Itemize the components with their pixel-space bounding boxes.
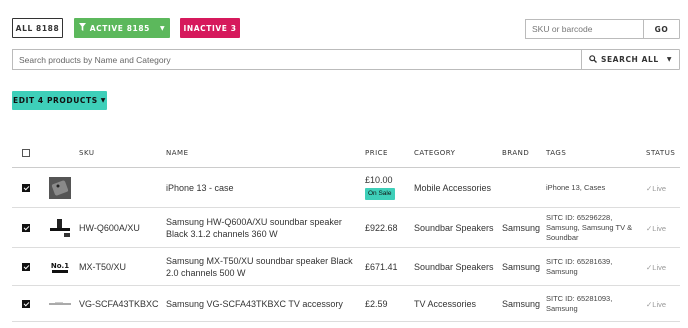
phone-case-thumb xyxy=(49,177,71,199)
tags-cell: SITC ID: 65296228, Samsung, Samsung TV &… xyxy=(546,213,633,242)
no1-soundbar-thumb: No.1 xyxy=(49,256,71,278)
row-checkbox[interactable] xyxy=(22,224,30,232)
category-cell: Soundbar Speakers xyxy=(414,223,494,233)
brand-cell: Samsung xyxy=(502,262,541,272)
status-cell: ✓Live xyxy=(646,223,666,235)
filter-all-button[interactable]: ALL 8188 xyxy=(12,18,63,38)
name-cell[interactable]: Samsung HW-Q600A/XU soundbar speaker Bla… xyxy=(166,216,358,240)
header-tags[interactable]: TAGS xyxy=(546,149,566,157)
row-checkbox[interactable] xyxy=(22,300,30,308)
header-brand[interactable]: BRAND xyxy=(502,149,529,157)
chevron-down-icon: ▼ xyxy=(100,97,106,104)
category-cell: Soundbar Speakers xyxy=(414,262,494,272)
on-sale-badge: On Sale xyxy=(365,188,395,200)
status-cell: ✓Live xyxy=(646,183,666,195)
table-row[interactable]: No.1 MX-T50/XU Samsung MX-T50/XU soundba… xyxy=(12,248,680,286)
price-cell: £10.00 On Sale xyxy=(365,174,395,200)
status-label: Live xyxy=(652,300,667,309)
brand-cell: Samsung xyxy=(502,299,541,309)
status-cell: ✓Live xyxy=(646,299,666,311)
search-all-label: SEARCH ALL xyxy=(600,55,659,64)
price-cell: £922.68 xyxy=(365,223,398,233)
search-all-button[interactable]: SEARCH ALL ▼ xyxy=(581,49,680,70)
go-button[interactable]: GO xyxy=(643,19,680,39)
edit-products-button[interactable]: EDIT 4 PRODUCTS ▼ xyxy=(12,91,107,110)
header-status[interactable]: STATUS xyxy=(646,149,675,157)
row-checkbox[interactable] xyxy=(22,263,30,271)
filter-inactive-button[interactable]: INACTIVE 3 xyxy=(180,18,240,38)
header-category[interactable]: CATEGORY xyxy=(414,149,455,157)
status-label: Live xyxy=(652,263,667,272)
table-header: SKU NAME PRICE CATEGORY BRAND TAGS STATU… xyxy=(12,140,680,168)
filter-inactive-label: INACTIVE 3 xyxy=(183,23,237,33)
chevron-down-icon: ▼ xyxy=(666,56,673,63)
sku-cell: MX-T50/XU xyxy=(79,262,127,272)
status-label: Live xyxy=(652,224,667,233)
sku-cell: HW-Q600A/XU xyxy=(79,223,140,233)
name-cell[interactable]: Samsung VG-SCFA43TKBXC TV accessory xyxy=(166,298,362,310)
filter-active-button[interactable]: ACTIVE 8185 ▼ xyxy=(74,18,170,38)
filter-all-label: ALL 8188 xyxy=(15,23,60,33)
tv-accessory-thumb xyxy=(49,293,71,315)
brand-cell: Samsung xyxy=(502,223,541,233)
soundbar-thumb xyxy=(49,217,71,239)
price-cell: £2.59 xyxy=(365,299,388,309)
search-icon xyxy=(589,54,597,65)
tags-cell: SITC ID: 65281639, Samsung xyxy=(546,257,613,276)
name-cell[interactable]: Samsung MX-T50/XU soundbar speaker Black… xyxy=(166,255,362,279)
table-row[interactable]: HW-Q600A/XU Samsung HW-Q600A/XU soundbar… xyxy=(12,208,680,248)
row-checkbox[interactable] xyxy=(22,184,30,192)
sku-search-input[interactable] xyxy=(525,19,644,39)
status-label: Live xyxy=(652,184,667,193)
price-cell: £671.41 xyxy=(365,262,398,272)
header-sku[interactable]: SKU xyxy=(79,149,94,157)
tags-cell: SITC ID: 65281093, Samsung xyxy=(546,294,613,313)
price-value: £10.00 xyxy=(365,175,393,185)
products-table: SKU NAME PRICE CATEGORY BRAND TAGS STATU… xyxy=(12,140,680,322)
select-all-checkbox[interactable] xyxy=(22,149,30,157)
tags-cell: iPhone 13, Cases xyxy=(546,183,606,192)
table-row[interactable]: VG-SCFA43TKBXC Samsung VG-SCFA43TKBXC TV… xyxy=(12,286,680,322)
product-search-input[interactable] xyxy=(12,49,582,70)
svg-text:No.1: No.1 xyxy=(51,262,69,270)
name-cell[interactable]: iPhone 13 - case xyxy=(166,182,356,194)
filter-icon xyxy=(78,23,86,33)
category-cell: TV Accessories xyxy=(414,299,477,309)
header-price[interactable]: PRICE xyxy=(365,149,388,157)
edit-products-label: EDIT 4 PRODUCTS xyxy=(13,96,98,105)
header-name[interactable]: NAME xyxy=(166,149,189,157)
chevron-down-icon[interactable]: ▼ xyxy=(160,25,165,32)
status-cell: ✓Live xyxy=(646,262,666,274)
sku-cell: VG-SCFA43TKBXC xyxy=(79,299,159,309)
filter-active-label: ACTIVE 8185 xyxy=(89,23,150,33)
go-label: GO xyxy=(654,24,669,34)
table-row[interactable]: iPhone 13 - case £10.00 On Sale Mobile A… xyxy=(12,168,680,208)
category-cell: Mobile Accessories xyxy=(414,183,492,193)
